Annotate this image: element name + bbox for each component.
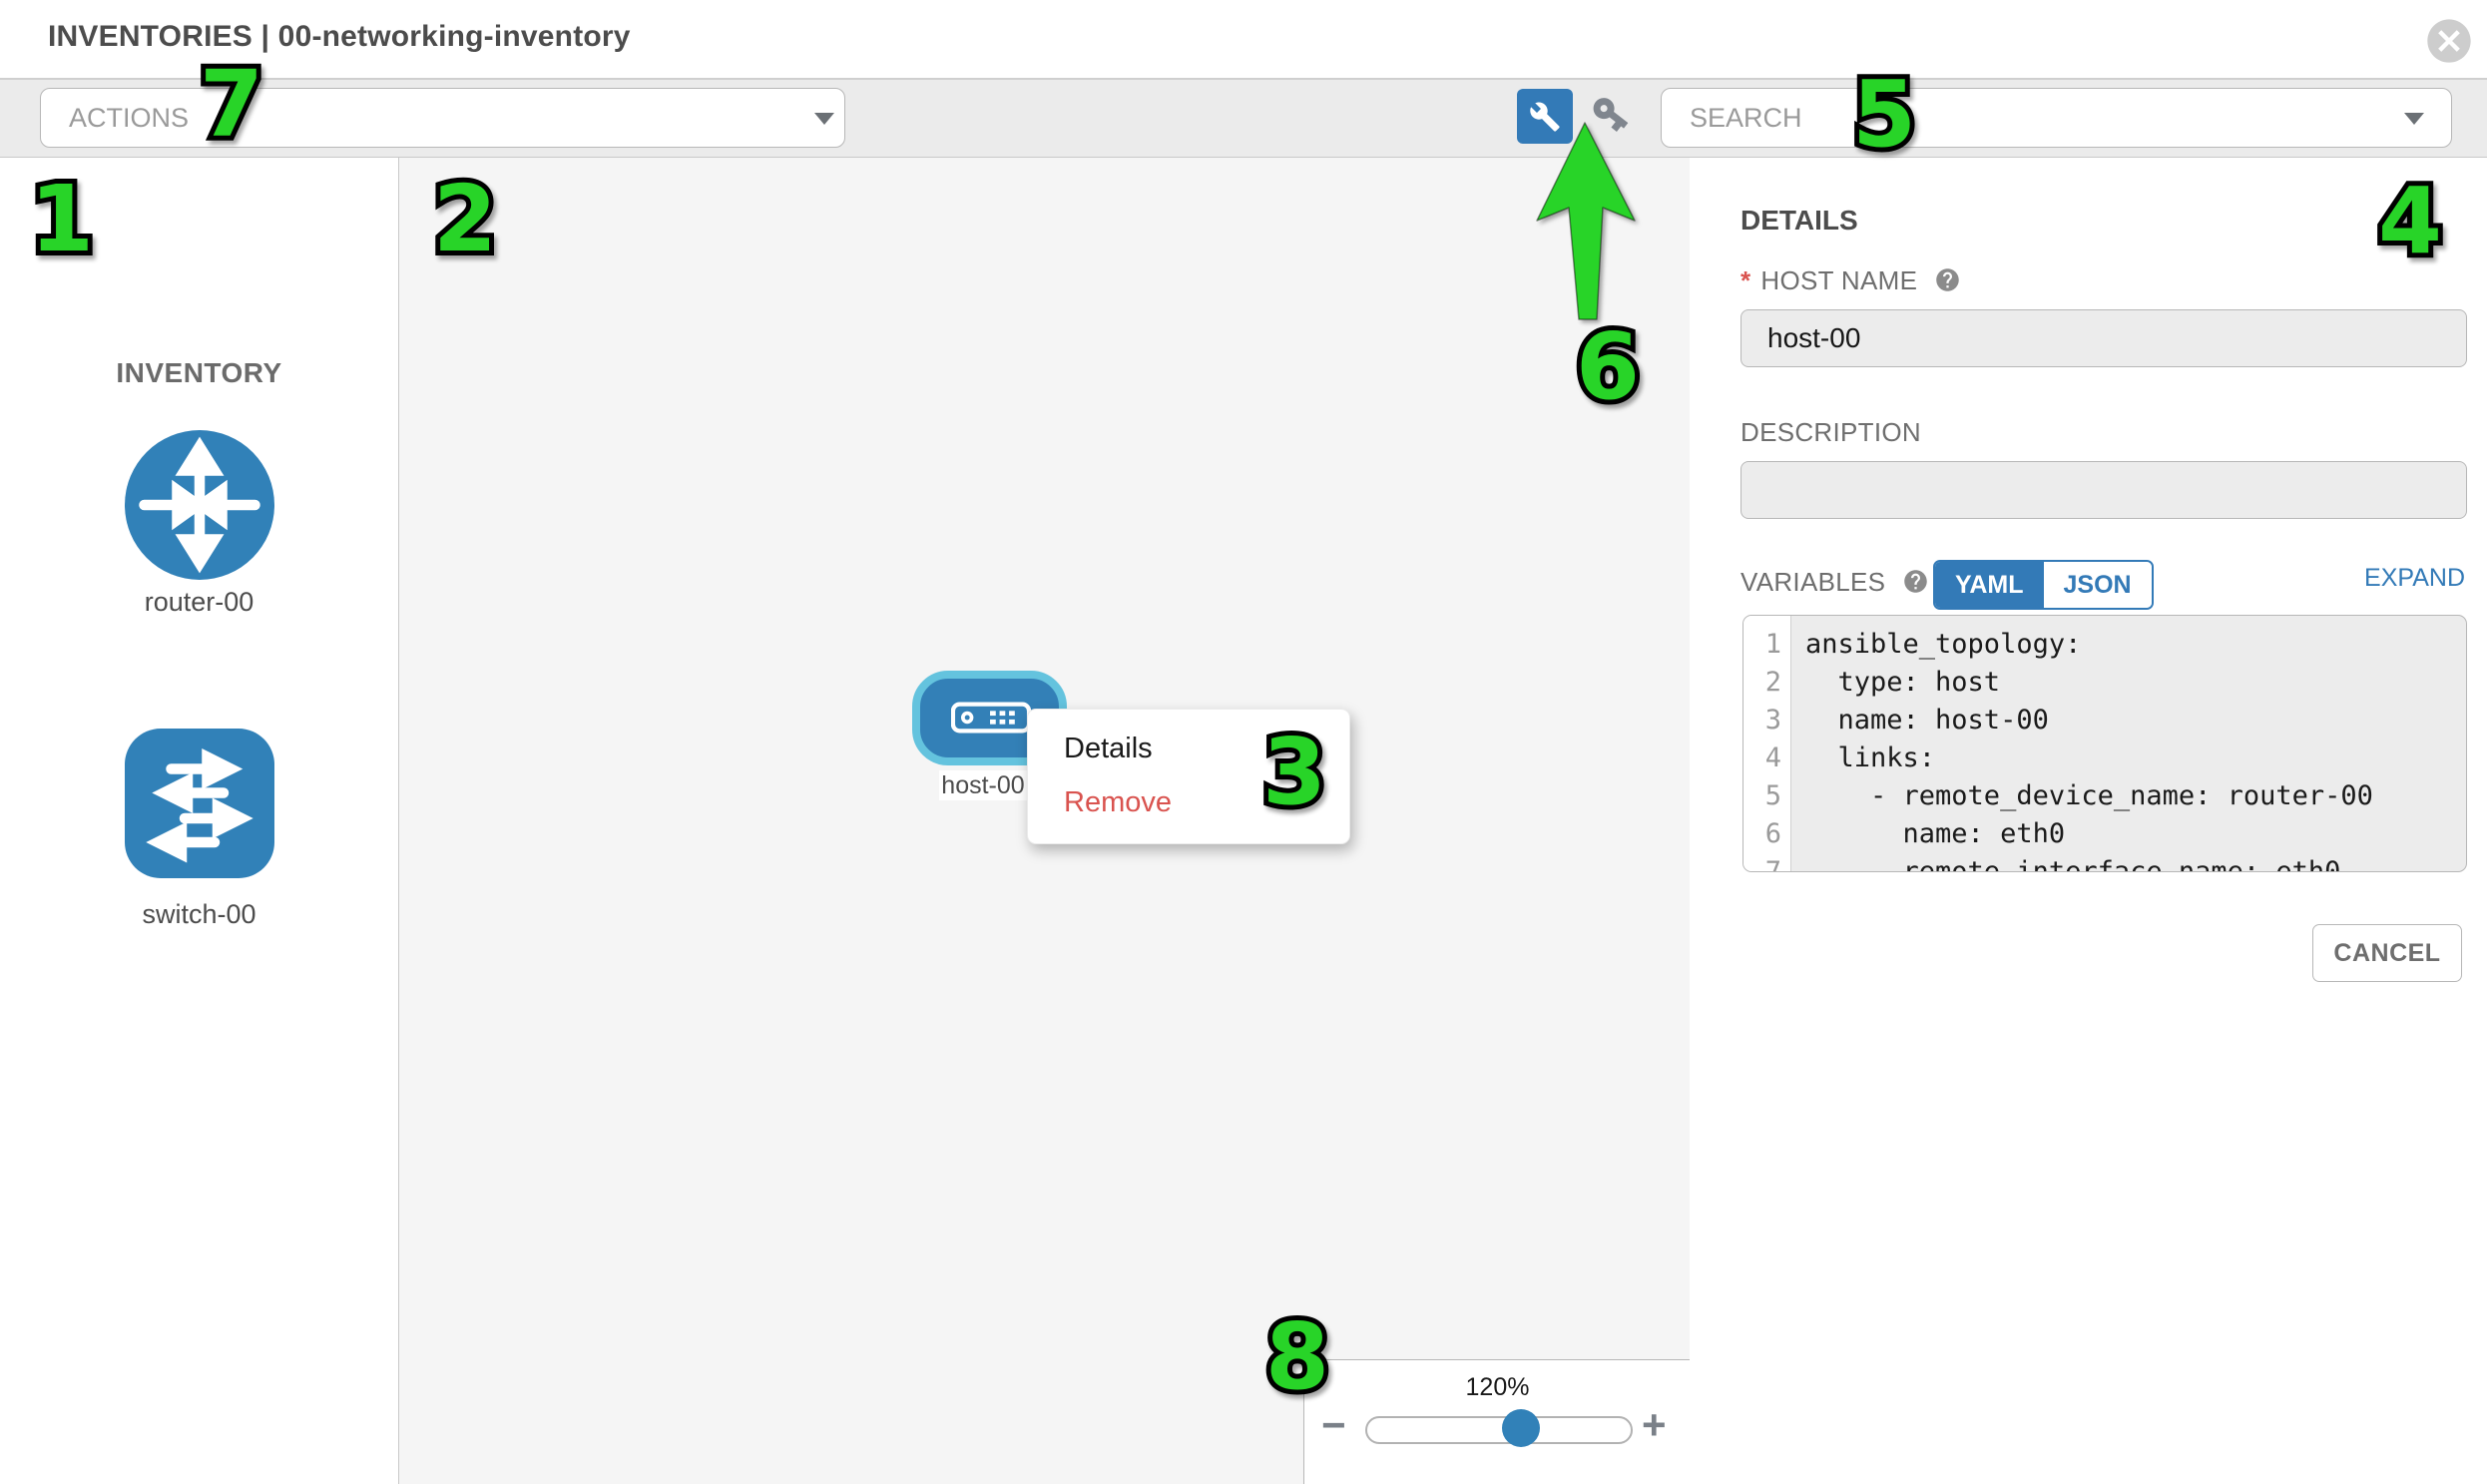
help-icon[interactable] [1902, 568, 1929, 595]
context-menu: Details Remove [1027, 709, 1350, 844]
editor-code-area[interactable]: ansible_topology: type: host name: host-… [1791, 616, 2466, 871]
toolbar-key-button[interactable] [1589, 92, 1633, 136]
line-number: 2 [1743, 664, 1790, 702]
chevron-down-icon [2404, 113, 2424, 125]
line-number: 7 [1743, 853, 1790, 872]
switch-icon [124, 729, 275, 878]
tab-json[interactable]: JSON [2044, 562, 2152, 608]
close-icon [2423, 15, 2475, 67]
code-line: type: host [1805, 664, 2466, 702]
inventory-heading: INVENTORY [0, 357, 398, 389]
palette-item-router[interactable] [125, 430, 274, 580]
zoom-slider-thumb[interactable] [1502, 1409, 1540, 1447]
cancel-button[interactable]: CANCEL [2312, 924, 2462, 982]
zoom-in-button[interactable]: + [1642, 1404, 1667, 1446]
help-icon[interactable] [1934, 266, 1961, 293]
inventory-sidebar: INVENTORY router-00 [0, 158, 398, 1484]
topology-canvas[interactable]: host-00 Details Remove 120% − + [398, 158, 1691, 1484]
code-line: ansible_topology: [1805, 626, 2466, 664]
tab-yaml[interactable]: YAML [1935, 562, 2044, 608]
code-line: name: eth0 [1805, 815, 2466, 853]
editor-line-number-gutter: 1 2 3 4 5 6 7 [1743, 616, 1791, 871]
toolbar: ACTIONS SEARCH [0, 80, 2487, 158]
details-heading: DETAILS [1741, 205, 1858, 237]
code-line: links: [1805, 740, 2466, 777]
breadcrumb-title: INVENTORIES | 00-networking-inventory [48, 20, 631, 54]
hostname-label-row: * HOST NAME [1741, 265, 1961, 296]
zoom-control-panel: 120% − + [1303, 1359, 1692, 1484]
line-number: 4 [1743, 740, 1790, 777]
host-icon [951, 702, 1031, 734]
search-dropdown-placeholder: SEARCH [1662, 89, 2451, 147]
actions-dropdown[interactable]: ACTIONS [40, 88, 845, 148]
close-button[interactable] [2423, 15, 2475, 67]
variables-format-toggle: YAML JSON [1933, 560, 2154, 610]
context-menu-item-remove[interactable]: Remove [1064, 786, 1172, 819]
router-icon [125, 430, 274, 580]
chevron-down-icon [814, 113, 834, 125]
variables-code-editor[interactable]: 1 2 3 4 5 6 7 ansible_topology: type: ho… [1742, 615, 2467, 872]
context-menu-item-details[interactable]: Details [1064, 733, 1153, 765]
zoom-level-readout: 120% [1304, 1373, 1691, 1402]
expand-link[interactable]: EXPAND [2355, 564, 2465, 593]
required-asterisk: * [1741, 265, 1750, 295]
line-number: 3 [1743, 702, 1790, 740]
wrench-icon [1529, 101, 1561, 133]
key-icon [1582, 85, 1641, 144]
code-line: name: host-00 [1805, 702, 2466, 740]
variables-label: VARIABLES [1741, 567, 1885, 597]
zoom-slider-track[interactable] [1365, 1416, 1633, 1444]
code-line: remote_interface_name: eth0 [1805, 853, 2466, 872]
actions-dropdown-placeholder: ACTIONS [41, 89, 844, 147]
zoom-out-button[interactable]: − [1321, 1404, 1346, 1446]
toolbar-tools-button[interactable] [1517, 89, 1573, 144]
palette-item-label: switch-00 [0, 899, 398, 930]
palette-item-switch[interactable] [124, 729, 275, 878]
description-label: DESCRIPTION [1741, 417, 1921, 448]
palette-item-label: router-00 [0, 587, 398, 618]
page-header: INVENTORIES | 00-networking-inventory [0, 0, 2487, 80]
line-number: 1 [1743, 626, 1790, 664]
line-number: 6 [1743, 815, 1790, 853]
search-dropdown[interactable]: SEARCH [1661, 88, 2452, 148]
host-node-label: host-00 [939, 770, 1027, 800]
code-line: - remote_device_name: router-00 [1805, 777, 2466, 815]
hostname-label: HOST NAME [1760, 265, 1917, 295]
hostname-input[interactable]: host-00 [1741, 309, 2467, 367]
variables-label-row: VARIABLES [1741, 567, 1929, 598]
app-window: INVENTORIES | 00-networking-inventory AC… [0, 0, 2487, 1484]
description-input[interactable] [1741, 461, 2467, 519]
line-number: 5 [1743, 777, 1790, 815]
details-panel: DETAILS * HOST NAME host-00 DESCRIPTION V… [1690, 158, 2487, 1484]
